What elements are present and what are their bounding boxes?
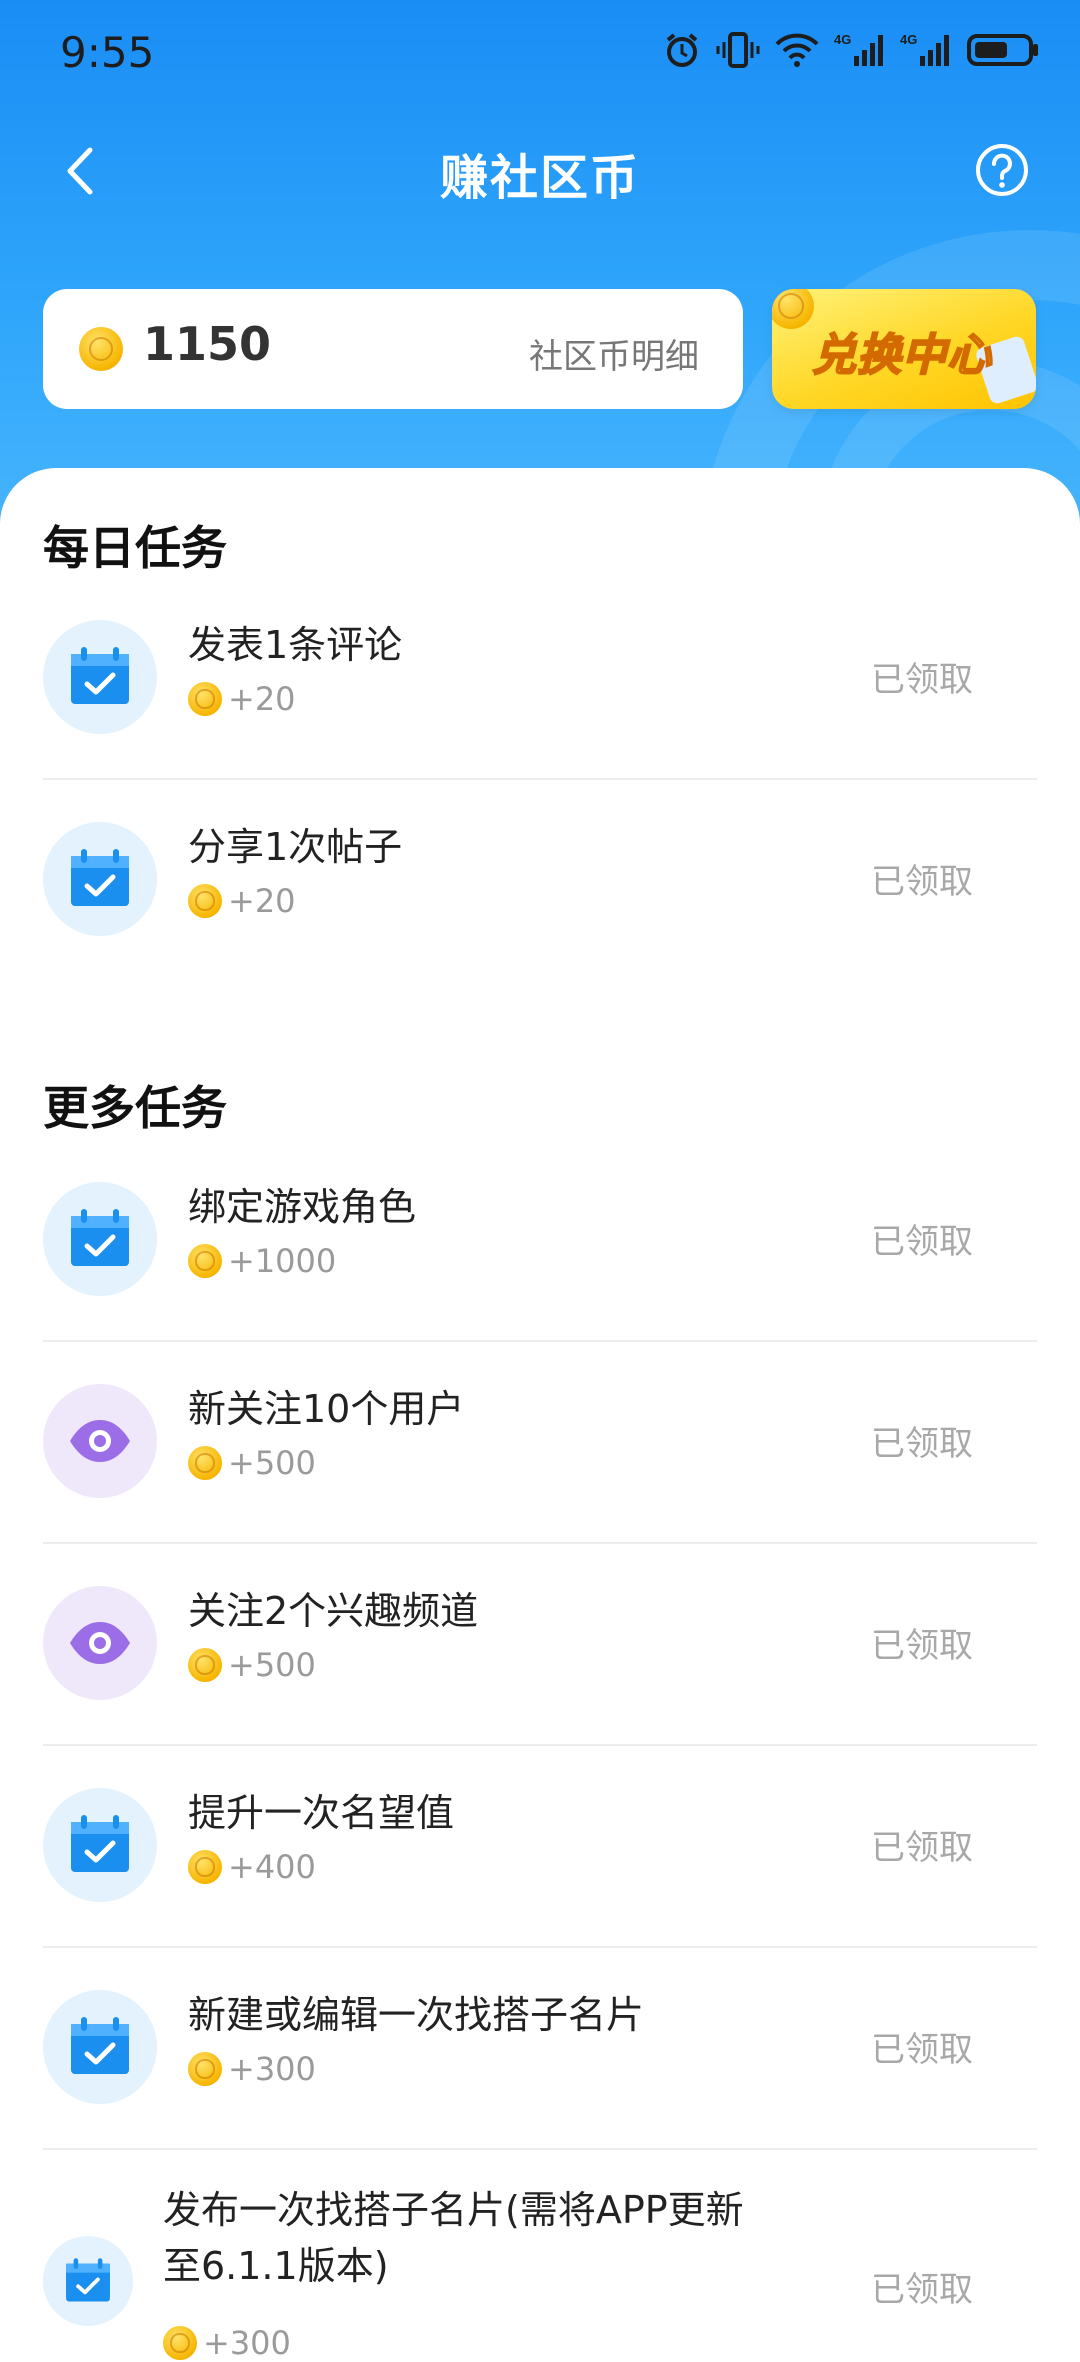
task-item[interactable]: 新关注10个用户 +500 已领取 bbox=[43, 1344, 1037, 1544]
coin-icon bbox=[79, 327, 123, 371]
vibrate-icon bbox=[716, 32, 760, 68]
task-name-line: 至6.1.1版本) bbox=[163, 2244, 389, 2288]
task-panel: 每日任务 发表1条评论 +20 已领取 分享1次帖子 +20 已领取 更多任务 … bbox=[0, 468, 1080, 2362]
coin-detail-link[interactable]: 社区币明细 bbox=[529, 329, 699, 378]
status-icons: 4G 4G bbox=[662, 30, 1040, 70]
question-circle-icon bbox=[976, 144, 1028, 196]
coin-icon bbox=[188, 1446, 222, 1480]
exchange-center-label: 兑换中心 bbox=[811, 329, 992, 382]
coin-icon bbox=[188, 1850, 222, 1884]
calendar-check-icon bbox=[43, 1788, 157, 1902]
reward-amount: +300 bbox=[228, 2050, 316, 2088]
svg-text:4G: 4G bbox=[834, 32, 851, 47]
divider bbox=[43, 1542, 1037, 1544]
task-name: 发布一次找搭子名片(需将APP更新 至6.1.1版本) bbox=[163, 2182, 744, 2294]
calendar-check-icon bbox=[43, 1990, 157, 2104]
task-status: 已领取 bbox=[871, 1222, 973, 1262]
task-name: 新关注10个用户 bbox=[188, 1387, 465, 1431]
reward-amount: +500 bbox=[228, 1646, 316, 1684]
task-status: 已领取 bbox=[871, 660, 973, 700]
battery-icon bbox=[967, 34, 1038, 66]
calendar-check-icon bbox=[43, 1182, 157, 1296]
divider bbox=[43, 2148, 1037, 2150]
reward-amount: +20 bbox=[228, 882, 296, 920]
coin-icon bbox=[163, 2326, 197, 2360]
task-reward: +20 bbox=[188, 882, 296, 920]
reward-amount: +20 bbox=[228, 680, 296, 718]
task-reward: +400 bbox=[188, 1848, 316, 1886]
balance-amount: 1150 bbox=[143, 317, 272, 371]
task-item[interactable]: 分享1次帖子 +20 已领取 bbox=[43, 782, 1037, 982]
coin-icon bbox=[188, 682, 222, 716]
eye-icon bbox=[43, 1586, 157, 1700]
reward-amount: +300 bbox=[203, 2324, 291, 2362]
divider bbox=[43, 1744, 1037, 1746]
task-name: 新建或编辑一次找搭子名片 bbox=[188, 1993, 645, 2037]
task-status: 已领取 bbox=[871, 862, 973, 902]
eye-icon bbox=[43, 1384, 157, 1498]
task-name: 绑定游戏角色 bbox=[188, 1185, 417, 1229]
coin-icon bbox=[188, 884, 222, 918]
task-name: 发表1条评论 bbox=[188, 623, 403, 667]
task-item[interactable]: 关注2个兴趣频道 +500 已领取 bbox=[43, 1546, 1037, 1746]
task-reward: +500 bbox=[188, 1444, 316, 1482]
task-item[interactable]: 发表1条评论 +20 已领取 bbox=[43, 580, 1037, 780]
title-bar: 赚社区币 bbox=[0, 120, 1080, 220]
section-title-more: 更多任务 bbox=[43, 1081, 227, 1135]
coin-icon bbox=[188, 2052, 222, 2086]
signal-4g-icon: 4G bbox=[834, 32, 883, 66]
calendar-check-icon bbox=[43, 2236, 133, 2326]
task-item[interactable]: 发布一次找搭子名片(需将APP更新 至6.1.1版本) +300 已领取 bbox=[43, 2152, 1037, 2362]
task-status: 已领取 bbox=[871, 1424, 973, 1464]
coin-icon bbox=[188, 1648, 222, 1682]
section-title-daily: 每日任务 bbox=[43, 521, 227, 575]
task-item[interactable]: 新建或编辑一次找搭子名片 +300 已领取 bbox=[43, 1950, 1037, 2150]
task-status: 已领取 bbox=[871, 2030, 973, 2070]
page-title: 赚社区币 bbox=[439, 150, 640, 206]
status-bar: 9:55 4G 4G bbox=[0, 0, 1080, 100]
divider bbox=[43, 1340, 1037, 1342]
svg-text:4G: 4G bbox=[900, 32, 917, 47]
task-item[interactable]: 绑定游戏角色 +1000 已领取 bbox=[43, 1142, 1037, 1342]
balance-card: 1150 社区币明细 bbox=[43, 289, 743, 409]
task-name-line: 发布一次找搭子名片(需将APP更新 bbox=[163, 2188, 744, 2232]
signal-4g-icon: 4G bbox=[900, 32, 949, 66]
status-time: 9:55 bbox=[60, 28, 155, 77]
reward-amount: +500 bbox=[228, 1444, 316, 1482]
task-reward: +1000 bbox=[188, 1242, 336, 1280]
task-reward: +500 bbox=[188, 1646, 316, 1684]
reward-amount: +1000 bbox=[228, 1242, 337, 1280]
calendar-check-icon bbox=[43, 620, 157, 734]
task-name: 关注2个兴趣频道 bbox=[188, 1589, 479, 1633]
task-reward: +300 bbox=[163, 2324, 291, 2362]
task-name: 分享1次帖子 bbox=[188, 825, 403, 869]
wifi-icon bbox=[775, 33, 819, 67]
coin-icon bbox=[772, 289, 814, 329]
task-item[interactable]: 提升一次名望值 +400 已领取 bbox=[43, 1748, 1037, 1948]
reward-amount: +400 bbox=[228, 1848, 316, 1886]
divider bbox=[43, 778, 1037, 780]
task-name: 提升一次名望值 bbox=[188, 1791, 455, 1835]
exchange-center-button[interactable]: 兑换中心 bbox=[772, 289, 1036, 409]
task-reward: +300 bbox=[188, 2050, 316, 2088]
task-status: 已领取 bbox=[871, 1828, 973, 1868]
alarm-icon bbox=[666, 33, 698, 67]
task-status: 已领取 bbox=[871, 1626, 973, 1666]
task-status: 已领取 bbox=[871, 2270, 973, 2310]
divider bbox=[43, 1946, 1037, 1948]
coin-icon bbox=[188, 1244, 222, 1278]
help-button[interactable] bbox=[972, 140, 1032, 200]
task-reward: +20 bbox=[188, 680, 296, 718]
calendar-check-icon bbox=[43, 822, 157, 936]
